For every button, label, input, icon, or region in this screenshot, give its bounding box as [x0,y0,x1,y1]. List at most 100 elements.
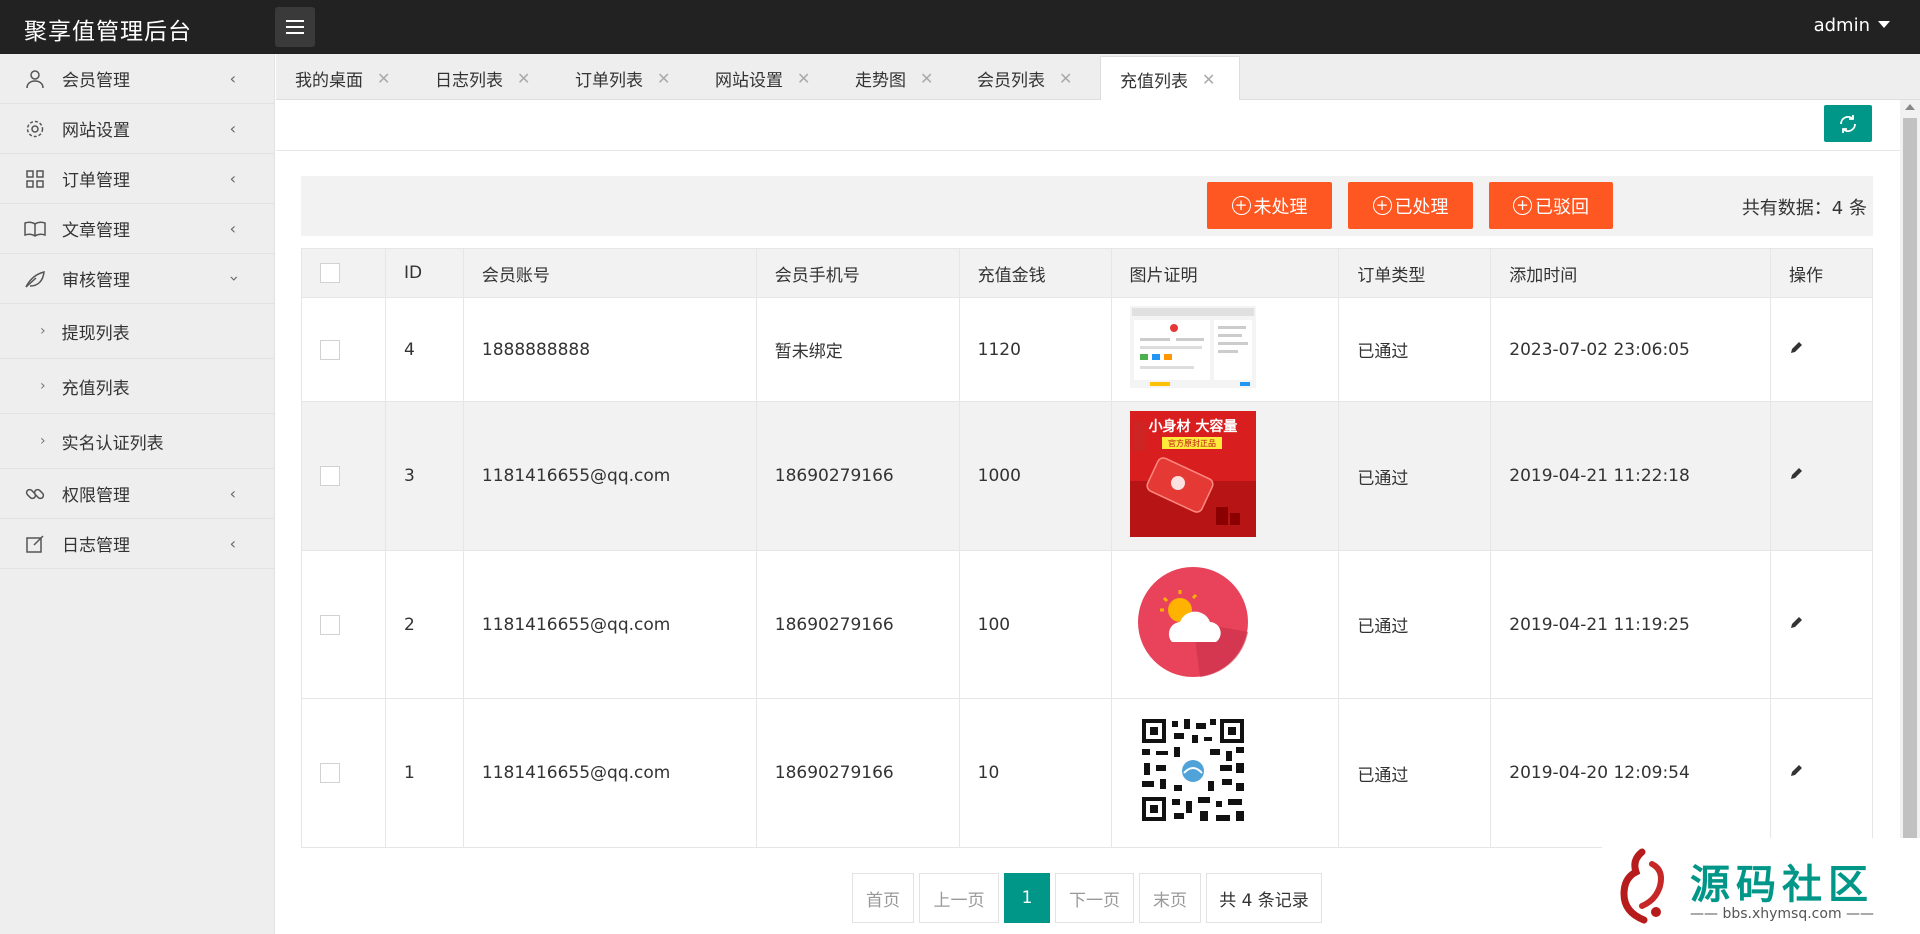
sidebar-subitem-withdrawals[interactable]: › 提现列表 [0,304,274,359]
plus-circle-icon: + [1231,196,1251,215]
watermark-title: 源码社区 [1690,862,1874,908]
page-prev-button[interactable]: 上一页 [919,873,999,923]
plus-circle-icon: + [1372,196,1392,215]
column-header: 会员手机号 [755,248,960,298]
chevron-right-icon: › [40,378,46,394]
phone-cell: 18690279166 [755,550,960,699]
tab-site-settings[interactable]: 网站设置 ✕ [696,56,810,100]
divider [276,150,1900,151]
row-checkbox-cell [301,550,386,699]
chevron-left-icon: ‹ [229,484,236,503]
user-menu[interactable]: admin [1814,15,1890,36]
close-icon[interactable]: ✕ [377,69,390,88]
page-next-button[interactable]: 下一页 [1055,873,1134,923]
unprocessed-button[interactable]: + 未处理 [1207,182,1332,229]
sidebar-item-members[interactable]: 会员管理 ‹ [0,54,274,104]
sidebar-item-label: 权限管理 [62,486,130,506]
sidebar-item-review[interactable]: 审核管理 ‹ [0,254,274,304]
refresh-button[interactable] [1824,105,1872,142]
tab-recharge-list[interactable]: 充值列表 ✕ [1100,56,1240,101]
menu-toggle-button[interactable] [275,7,315,47]
watermark: 源码社区 —— bbs.xhymsq.com —— [1602,838,1920,934]
close-icon[interactable]: ✕ [797,69,810,88]
tab-label: 充值列表 [1120,71,1188,92]
svg-text:官方原封正品: 官方原封正品 [1168,438,1216,448]
qr-code-image[interactable] [1130,714,1256,827]
chevron-right-icon: › [40,323,46,339]
close-icon[interactable]: ✕ [657,69,670,88]
table-row: 3 1181416655@qq.com 18690279166 1000 小身材… [301,401,1873,551]
row-checkbox[interactable] [320,614,340,635]
sidebar-subitem-verification[interactable]: › 实名认证列表 [0,414,274,469]
proof-image-product[interactable]: 小身材 大容量 官方原封正品 [1129,410,1256,537]
weather-app-icon[interactable] [1130,562,1256,682]
column-header: 操作 [1770,248,1873,298]
watermark-logo [1620,848,1664,924]
pencil-icon[interactable] [1789,467,1803,481]
type-cell: 已通过 [1338,698,1492,848]
pencil-icon[interactable] [1789,341,1803,355]
page-last-button[interactable]: 末页 [1139,873,1201,923]
tab-order-list[interactable]: 订单列表 ✕ [556,56,670,100]
total-count: 共有数据：4 条 [1741,198,1867,219]
close-icon[interactable]: ✕ [1059,69,1072,88]
row-checkbox-cell [301,698,386,848]
scrollbar-thumb[interactable] [1903,118,1917,934]
rejected-button[interactable]: + 已驳回 [1489,182,1613,229]
toolbar: + 未处理 + 已处理 + 已驳回 共有数据：4 条 [301,176,1873,236]
column-header: 添加时间 [1490,248,1772,298]
tab-label: 日志列表 [435,70,503,91]
sidebar-subitem-label: 充值列表 [61,378,130,399]
row-checkbox[interactable] [320,763,340,783]
scroll-up-arrow-icon[interactable] [1905,104,1915,110]
sidebar-item-label: 订单管理 [62,171,130,191]
sidebar-item-permissions[interactable]: 权限管理 ‹ [0,469,274,519]
phone-cell: 18690279166 [755,698,960,848]
tab-member-list[interactable]: 会员列表 ✕ [958,56,1072,100]
page-info: 共 4 条记录 [1206,873,1322,923]
amount-cell: 1120 [958,297,1112,402]
tab-desktop[interactable]: 我的桌面 ✕ [276,56,390,100]
pencil-icon[interactable] [1789,616,1803,630]
chevron-left-icon: ‹ [229,119,236,138]
processed-button[interactable]: + 已处理 [1348,182,1473,229]
page-current-button[interactable]: 1 [1004,873,1050,923]
tab-log-list[interactable]: 日志列表 ✕ [416,56,530,100]
gear-icon [24,118,46,140]
sidebar-item-logs[interactable]: 日志管理 ‹ [0,519,274,569]
sidebar-item-orders[interactable]: 订单管理 ‹ [0,154,274,204]
close-icon[interactable]: ✕ [517,69,530,88]
amount-cell: 1000 [958,401,1112,551]
book-icon [24,218,46,240]
sidebar-item-label: 日志管理 [62,536,130,556]
select-all-checkbox[interactable] [320,263,340,283]
vertical-scrollbar[interactable] [1900,100,1920,934]
close-icon[interactable]: ✕ [920,69,933,88]
page-first-button[interactable]: 首页 [852,873,914,923]
close-icon[interactable]: ✕ [1202,70,1215,89]
chevron-left-icon: ‹ [229,169,236,188]
chevron-left-icon: ‹ [229,69,236,88]
column-header: ID [384,248,464,298]
pagination: 首页 上一页 1 下一页 末页 共 4 条记录 [852,873,1327,923]
sidebar-item-site-settings[interactable]: 网站设置 ‹ [0,104,274,154]
sidebar-subitem-recharges[interactable]: › 充值列表 [0,359,274,414]
proof-image-screenshot[interactable] [1129,306,1256,388]
sidebar-item-articles[interactable]: 文章管理 ‹ [0,204,274,254]
type-cell: 已通过 [1338,550,1492,699]
tab-label: 网站设置 [715,70,783,91]
account-cell: 1888888888 [462,297,757,402]
row-checkbox[interactable] [320,339,340,360]
time-cell: 2023-07-02 23:06:05 [1490,297,1772,402]
chevron-down-icon: ‹ [223,275,243,282]
caret-down-icon [1878,21,1890,28]
tab-trend-chart[interactable]: 走势图 ✕ [836,56,933,100]
table-row: 2 1181416655@qq.com 18690279166 100 已通过 … [301,550,1873,699]
tab-label: 走势图 [855,70,906,91]
pencil-icon[interactable] [1789,764,1803,778]
action-cell [1770,297,1873,402]
row-checkbox[interactable] [320,466,340,486]
account-cell: 1181416655@qq.com [462,550,757,699]
action-cell [1770,550,1873,699]
user-icon [24,68,46,90]
